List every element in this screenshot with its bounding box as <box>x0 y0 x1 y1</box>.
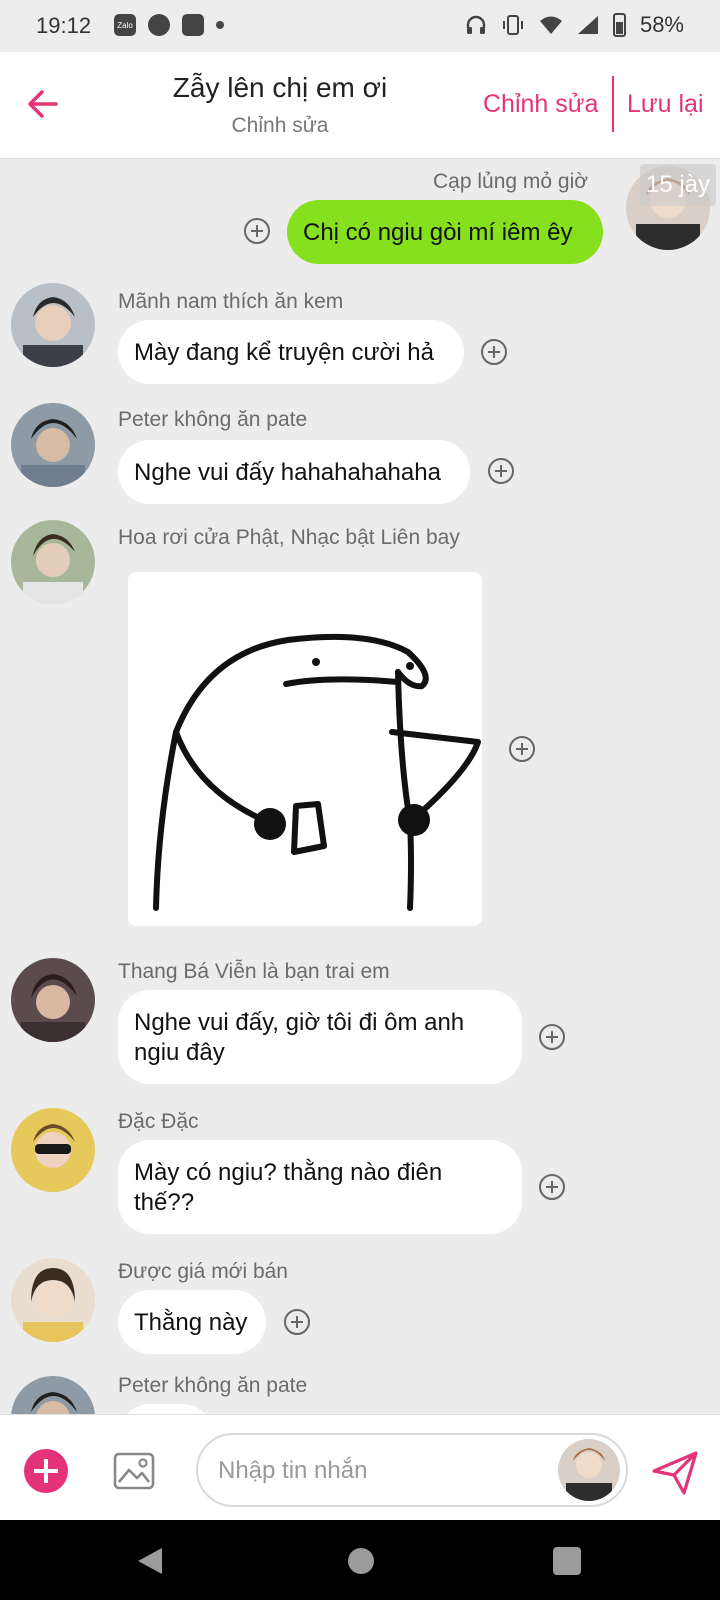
add-reaction-icon[interactable] <box>539 1174 565 1200</box>
avatar[interactable] <box>11 1258 95 1342</box>
message-bubble[interactable]: Chị có ngiu gòi mí iêm êy <box>287 200 603 264</box>
avatar[interactable] <box>11 958 95 1042</box>
message-bubble[interactable]: Thằng này <box>118 1290 266 1354</box>
message-bubble[interactable] <box>118 1404 214 1414</box>
add-reaction-icon[interactable] <box>244 218 270 244</box>
nav-back-icon[interactable] <box>136 1546 164 1576</box>
more-dot-icon <box>216 21 224 29</box>
back-arrow-icon[interactable] <box>22 82 66 126</box>
sender-name: Peter không ăn pate <box>118 408 308 431</box>
send-icon[interactable] <box>650 1447 700 1497</box>
avatar[interactable] <box>11 1376 95 1414</box>
vibrate-icon <box>502 15 523 35</box>
nav-recents-icon[interactable] <box>553 1547 581 1575</box>
sender-name: Thang Bá Viễn là bạn trai em <box>118 960 390 983</box>
message-input[interactable]: Nhập tin nhắn <box>196 1433 628 1507</box>
message-bubble[interactable]: Nghe vui đấy hahahahahaha <box>118 440 470 504</box>
wifi-icon <box>539 16 562 34</box>
battery-percent: 58% <box>639 12 684 37</box>
status-time: 19:12 <box>36 13 92 38</box>
sticker-image[interactable] <box>128 572 482 926</box>
add-reaction-icon[interactable] <box>539 1024 565 1050</box>
sender-avatar[interactable] <box>558 1439 620 1501</box>
system-navigation-bar <box>0 1520 720 1600</box>
system-icons: 58% <box>465 12 684 38</box>
battery-icon <box>612 13 626 37</box>
message-bubble[interactable]: Mày đang kể truyện cười hả <box>118 320 464 384</box>
messenger-icon <box>148 14 170 36</box>
status-bar: 19:12 Zalo 58% <box>0 0 720 52</box>
edit-button[interactable]: Chỉnh sửa <box>483 90 598 119</box>
add-attachment-button[interactable] <box>24 1449 68 1493</box>
add-reaction-icon[interactable] <box>481 339 507 365</box>
sender-name: Peter không ăn pate <box>118 1374 308 1397</box>
message-composer: Nhập tin nhắn <box>0 1414 720 1521</box>
sender-name: Được giá mới bán <box>118 1260 288 1283</box>
add-reaction-icon[interactable] <box>284 1309 310 1335</box>
add-reaction-icon[interactable] <box>509 736 535 762</box>
save-button[interactable]: Lưu lại <box>627 90 704 119</box>
tiktok-icon <box>182 14 204 36</box>
sender-name: Cạp lủng mỏ giờ <box>433 170 589 193</box>
page-subtitle: Chỉnh sửa <box>231 114 329 137</box>
sender-name: Hoa rơi cửa Phật, Nhạc bật Liên bay <box>118 526 460 549</box>
sender-name: Đặc Đặc <box>118 1110 199 1133</box>
message-bubble[interactable]: Nghe vui đấy, giờ tôi đi ôm anh ngiu đây <box>118 990 522 1084</box>
message-input-placeholder: Nhập tin nhắn <box>218 1457 368 1484</box>
chat-area[interactable]: Cạp lủng mỏ giờ Chị có ngiu gòi mí iêm ê… <box>0 158 720 1414</box>
avatar[interactable] <box>11 283 95 367</box>
avatar[interactable] <box>11 520 95 604</box>
headphones-icon <box>466 15 486 34</box>
avatar[interactable] <box>11 403 95 487</box>
avatar[interactable] <box>11 1108 95 1192</box>
header-divider <box>612 76 614 132</box>
signal-icon <box>577 16 598 34</box>
time-badge: 15 jày <box>640 164 716 206</box>
zalo-icon: Zalo <box>114 14 136 36</box>
notification-icons: Zalo <box>114 14 224 36</box>
message-bubble[interactable]: Mày có ngiu? thằng nào điên thế?? <box>118 1140 522 1234</box>
nav-home-icon[interactable] <box>348 1548 374 1574</box>
sender-name: Mãnh nam thích ăn kem <box>118 290 344 313</box>
image-icon[interactable] <box>112 1449 156 1493</box>
page-title: Zẫy lên chị em ơi <box>172 72 388 103</box>
chat-header: Zẫy lên chị em ơi Chỉnh sửa Chỉnh sửa Lư… <box>0 52 720 159</box>
add-reaction-icon[interactable] <box>488 458 514 484</box>
